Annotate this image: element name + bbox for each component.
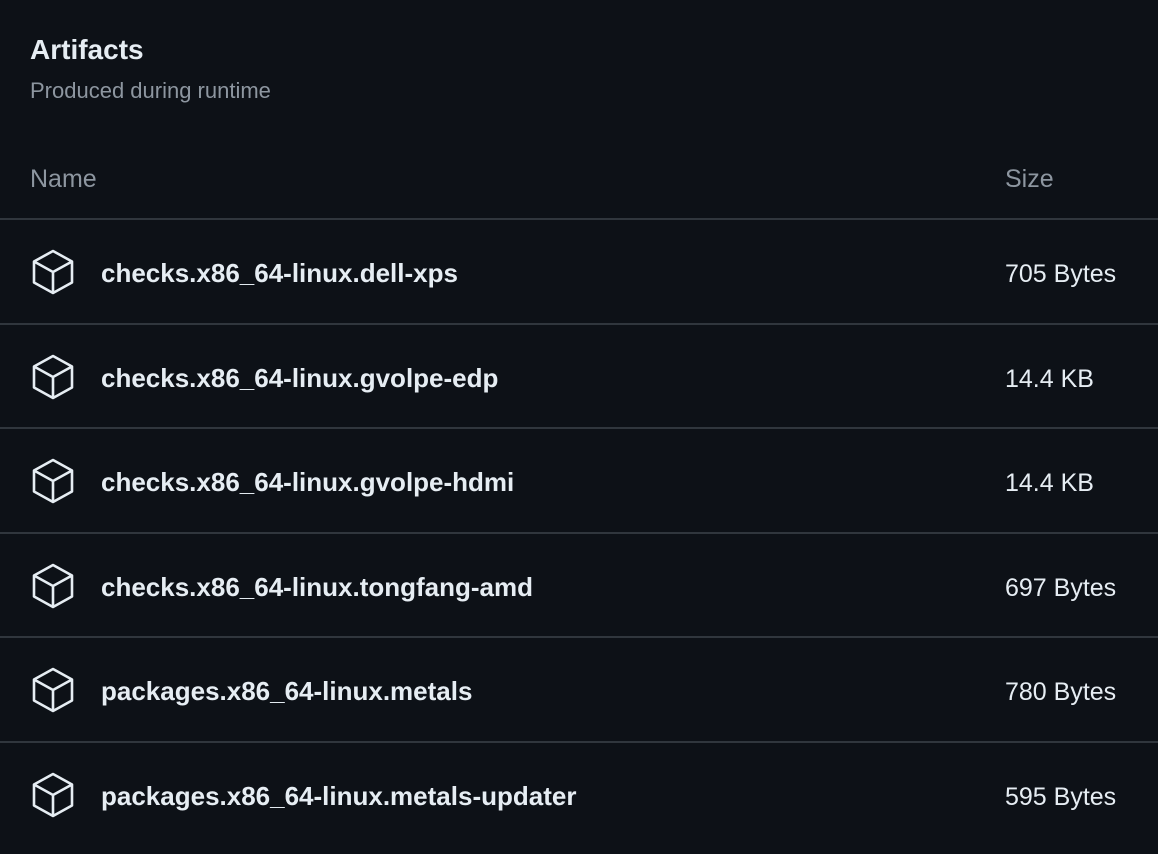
artifact-size: 697 Bytes	[1005, 573, 1117, 602]
package-icon	[31, 354, 75, 400]
artifacts-list: checks.x86_64-linux.dell-xps 705 Bytes c…	[0, 220, 1158, 847]
section-subtitle: Produced during runtime	[30, 78, 271, 103]
column-header-size: Size	[1005, 165, 1054, 193]
artifact-row: packages.x86_64-linux.metals-updater 595…	[0, 743, 1158, 848]
artifacts-header: Artifacts Produced during runtime	[30, 30, 271, 106]
artifact-name-link[interactable]: packages.x86_64-linux.metals	[101, 674, 472, 708]
artifact-row: checks.x86_64-linux.gvolpe-hdmi 14.4 KB	[0, 429, 1158, 534]
package-icon	[31, 563, 75, 609]
artifact-size: 780 Bytes	[1005, 678, 1117, 706]
artifact-row: packages.x86_64-linux.metals 780 Bytes	[0, 638, 1158, 743]
artifact-name-link[interactable]: packages.x86_64-linux.metals-updater	[101, 779, 576, 813]
artifact-size: 14.4 KB	[1005, 469, 1094, 497]
artifact-row: checks.x86_64-linux.tongfang-amd 697 Byt…	[0, 534, 1158, 638]
package-icon	[31, 667, 75, 713]
artifact-name-link[interactable]: checks.x86_64-linux.dell-xps	[101, 256, 458, 290]
artifact-name-link[interactable]: checks.x86_64-linux.gvolpe-hdmi	[101, 465, 514, 499]
column-header-name: Name	[30, 165, 97, 193]
artifact-name-link[interactable]: checks.x86_64-linux.gvolpe-edp	[101, 361, 498, 395]
package-icon	[31, 772, 75, 818]
section-title: Artifacts	[30, 34, 144, 65]
artifact-row: checks.x86_64-linux.gvolpe-edp 14.4 KB	[0, 325, 1158, 429]
artifact-name-link[interactable]: checks.x86_64-linux.tongfang-amd	[101, 570, 533, 604]
artifact-size: 595 Bytes	[1005, 782, 1117, 811]
package-icon	[31, 458, 75, 504]
artifacts-table-header: Name Size	[0, 140, 1158, 220]
package-icon	[31, 249, 75, 295]
artifact-row: checks.x86_64-linux.dell-xps 705 Bytes	[0, 220, 1158, 325]
artifact-size: 705 Bytes	[1005, 260, 1117, 288]
artifact-size: 14.4 KB	[1005, 364, 1094, 393]
artifacts-section: Artifacts Produced during runtime Name S…	[0, 0, 1158, 854]
